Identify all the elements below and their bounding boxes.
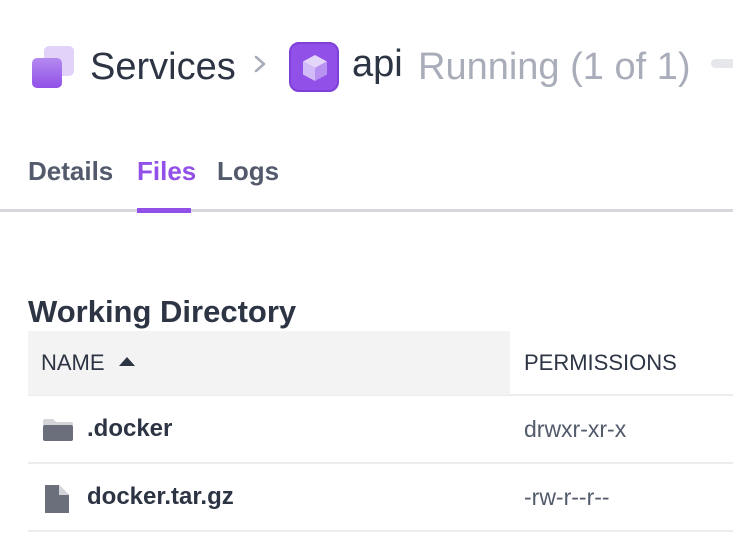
tab-files[interactable]: Files [137,154,196,188]
files-table: NAME PERMISSIONS .docker drwxr-xr-x dock… [28,331,733,532]
section-title: Working Directory [28,294,297,329]
breadcrumb-services-link[interactable]: Services [90,44,236,90]
table-header: NAME PERMISSIONS [28,331,733,396]
chevron-right-icon [254,55,266,73]
file-permissions: -rw-r--r-- [524,483,610,510]
column-header-name[interactable]: NAME [28,331,510,395]
active-tab-indicator [137,208,191,213]
table-row[interactable]: docker.tar.gz -rw-r--r-- [28,464,733,532]
sort-ascending-icon [118,356,135,366]
file-icon [45,485,69,513]
status-indicator-pill [711,59,733,68]
column-header-permissions-label: PERMISSIONS [524,350,677,375]
file-name: docker.tar.gz [87,483,234,510]
breadcrumb-current-service: api [352,43,403,85]
column-header-permissions[interactable]: PERMISSIONS [510,331,677,395]
folder-icon [43,419,73,441]
tab-bar-divider [0,209,733,212]
column-header-name-label: NAME [41,350,105,375]
tab-details[interactable]: Details [28,154,113,188]
services-stack-front-layer [32,58,62,88]
service-status: Running (1 of 1) [418,46,691,88]
services-stack-icon[interactable] [30,44,76,90]
file-name: .docker [87,415,173,442]
cube-icon [289,42,339,92]
tab-logs[interactable]: Logs [217,154,279,188]
file-permissions: drwxr-xr-x [524,415,627,442]
table-row[interactable]: .docker drwxr-xr-x [28,396,733,464]
page-header: Services api Running (1 of 1) [0,0,733,120]
